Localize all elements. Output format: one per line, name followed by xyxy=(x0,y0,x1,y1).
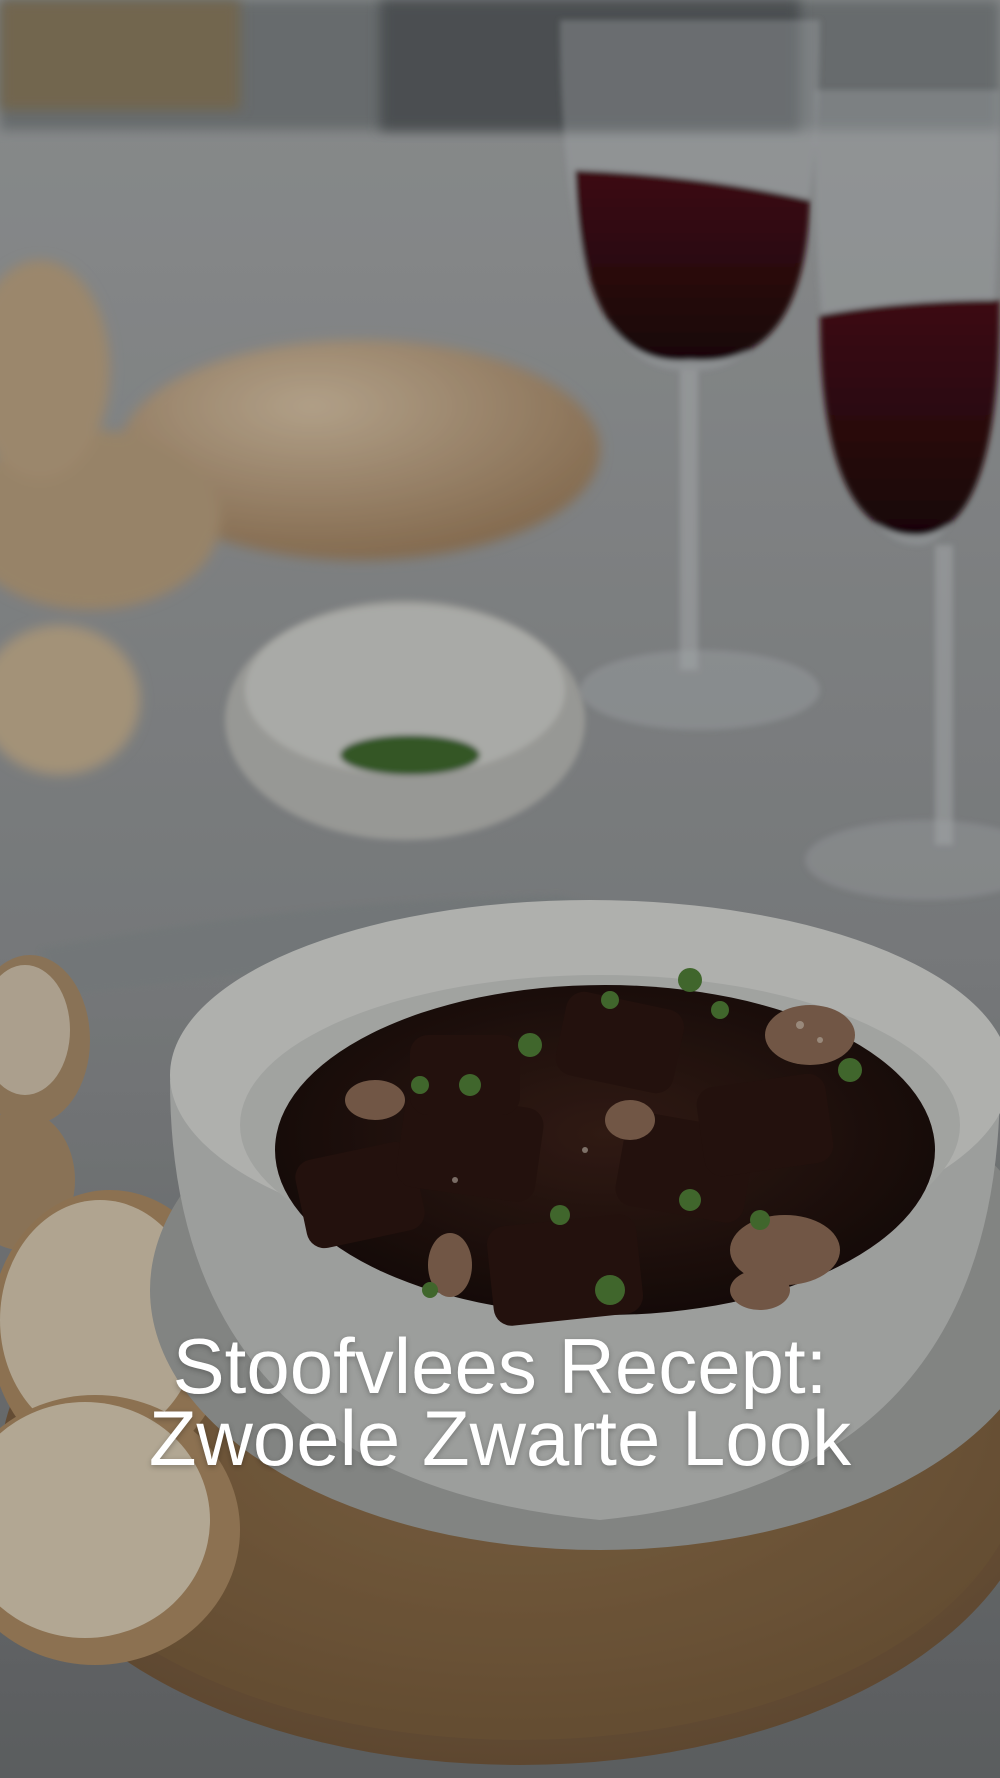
recipe-cover: Stoofvlees Recept: Zwoele Zwarte Look xyxy=(0,0,1000,1778)
recipe-title: Stoofvlees Recept: Zwoele Zwarte Look xyxy=(0,1322,1000,1482)
recipe-title-line-2: Zwoele Zwarte Look xyxy=(148,1394,852,1482)
photo-dim-overlay xyxy=(0,0,1000,1778)
recipe-title-line-1: Stoofvlees Recept: xyxy=(172,1322,828,1410)
